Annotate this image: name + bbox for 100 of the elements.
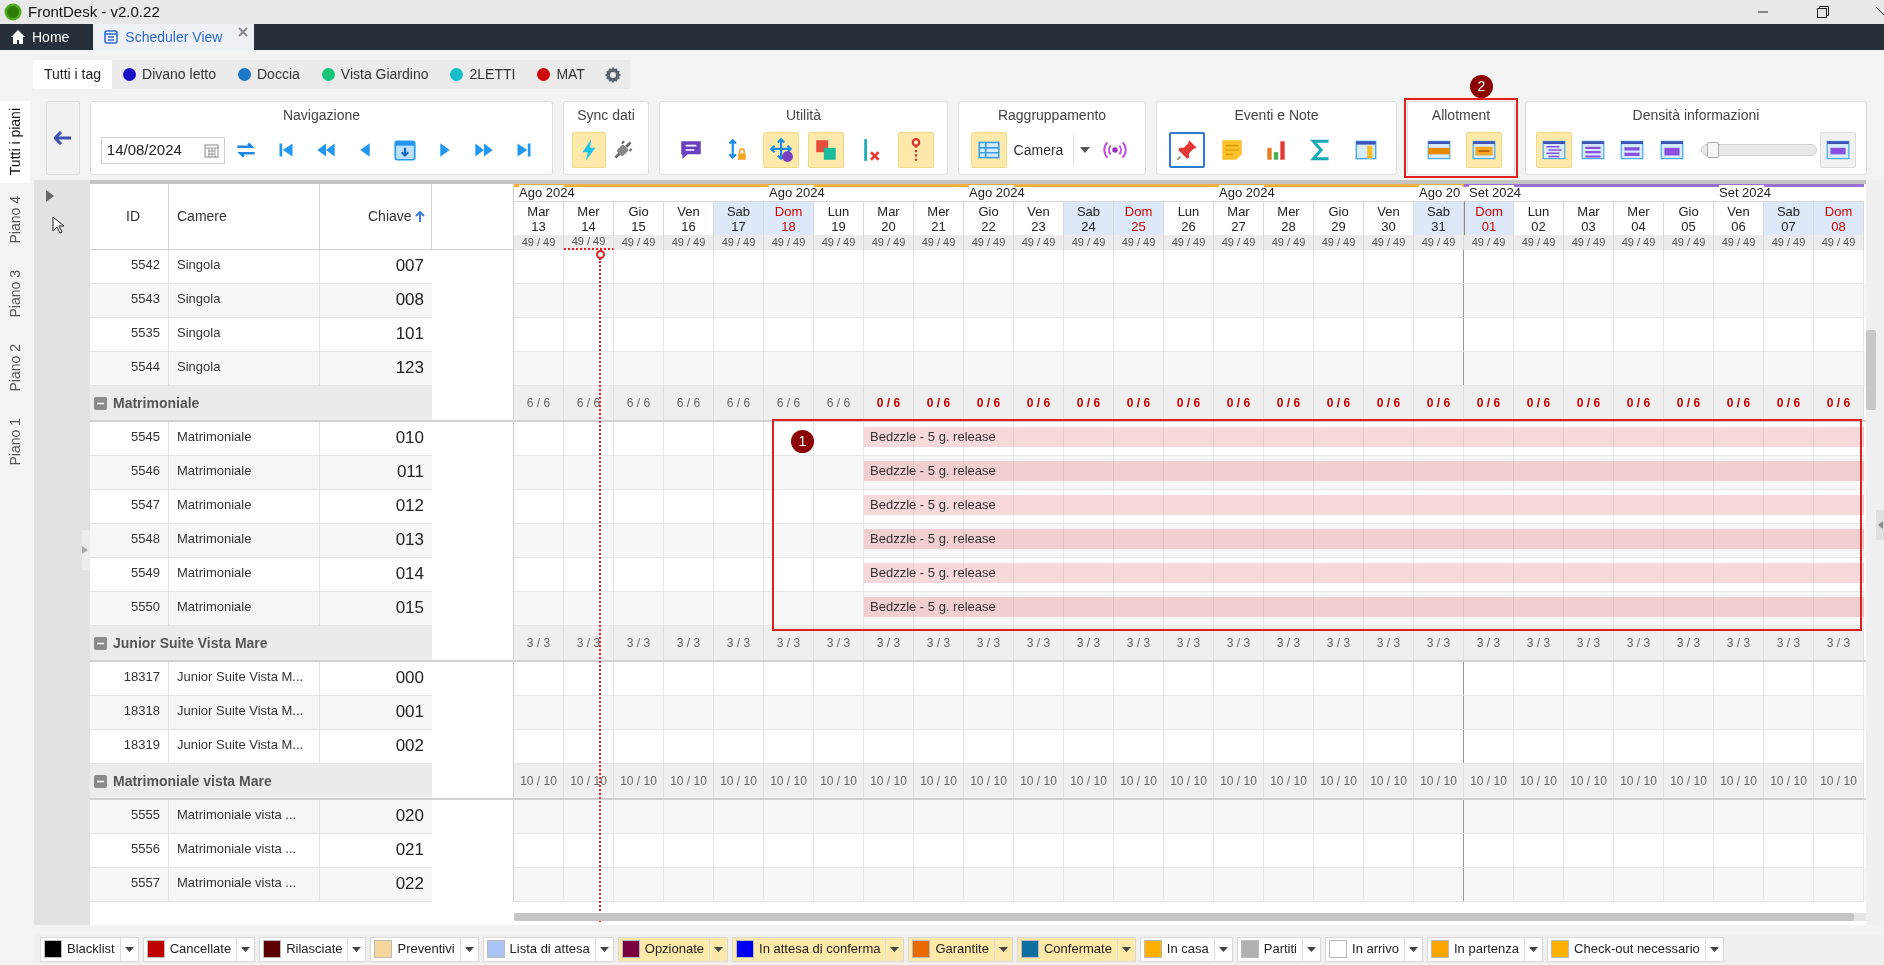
tag-tab[interactable]: Divano letto [112,60,227,89]
table-row[interactable]: 5544 Singola 123 [90,352,1866,386]
density-button[interactable] [1820,132,1857,168]
density-button[interactable] [1535,132,1572,168]
caret-icon[interactable] [1218,946,1228,952]
caret-icon[interactable] [1529,946,1539,952]
group-header[interactable]: Matrimoniale vista Mare [90,764,432,798]
availability-count: 3 / 3 [1414,626,1464,660]
status-filter[interactable]: Blacklist [40,936,139,962]
caret-icon[interactable] [1709,946,1719,952]
table-row[interactable]: 18319 Junior Suite Vista M... 002 [90,730,1866,764]
allotment-label-button[interactable] [1465,132,1502,168]
expand-icon[interactable] [46,190,54,202]
caret-icon[interactable] [352,946,362,952]
panel-handle[interactable] [1876,510,1884,540]
availability-count: 49 / 49 [1064,235,1114,250]
slider-thumb[interactable] [1707,142,1720,158]
table-row[interactable]: 5550 Matrimoniale 015 Bedzzle - 5 g. release [90,592,1866,626]
table-row[interactable]: 5546 Matrimoniale 011 Bedzzle - 5 g. release [90,456,1866,490]
caret-icon[interactable] [464,946,474,952]
availability-count: 49 / 49 [1564,235,1614,250]
table-button[interactable] [970,132,1007,168]
scrollbar-thumb[interactable] [1866,330,1876,410]
table-row[interactable]: 5542 Singola 007 [90,250,1866,284]
table-row[interactable]: 18317 Junior Suite Vista M... 000 [90,662,1866,696]
caret-icon[interactable] [1307,946,1316,952]
document-tab[interactable]: Scheduler View [93,24,255,50]
grouping-dropdown[interactable]: Camera [1013,133,1091,167]
group-header[interactable]: Matrimoniale [90,386,432,420]
floor-tab[interactable]: Piano 3 [0,257,30,331]
column-header[interactable]: ID [90,184,169,249]
collapse-icon[interactable] [94,774,107,788]
availability-count: 49 / 49 [1164,235,1214,250]
table-row[interactable]: 18318 Junior Suite Vista M... 001 [90,696,1866,730]
column-header[interactable]: Chiave [320,184,432,249]
panel-handle[interactable] [82,530,90,570]
status-filter[interactable]: Lista di attesa [482,936,614,962]
caret-icon[interactable] [998,946,1008,952]
table-row[interactable]: 5555 Matrimoniale vista ... 020 [90,800,1866,834]
status-filter[interactable]: Cancellate [142,936,256,962]
restore-icon[interactable] [1816,5,1830,19]
tag-tab[interactable]: Doccia [227,60,311,89]
availability-count: 3 / 3 [1464,626,1514,660]
floor-tab[interactable]: Piano 1 [0,405,30,479]
status-filter[interactable]: Opzionate [617,936,729,962]
floor-tab[interactable]: Tutti i piani [0,101,30,183]
caret-icon[interactable] [1121,946,1131,952]
status-filter[interactable]: Confermate [1016,936,1136,962]
marker-line-button[interactable] [898,132,935,168]
table-row[interactable]: 5547 Matrimoniale 012 Bedzzle - 5 g. release [90,490,1866,524]
calendar-icon[interactable] [203,142,219,158]
group-header[interactable]: Junior Suite Vista Mare [90,626,432,660]
status-filter[interactable]: Garantite [908,936,1013,962]
column-header[interactable]: Camere [169,184,320,249]
caret-icon[interactable] [599,946,609,952]
move-button[interactable] [762,132,799,168]
status-filter[interactable]: In partenza [1427,936,1544,962]
date-field[interactable]: 14/08/2024 [100,136,225,164]
table-row[interactable]: 5556 Matrimoniale vista ... 021 [90,834,1866,868]
availability-count: 10 / 10 [1164,764,1214,798]
caret-icon[interactable] [241,946,251,952]
table-row[interactable]: 5549 Matrimoniale 014 Bedzzle - 5 g. release [90,558,1866,592]
tag-tab[interactable]: Vista Giardino [310,60,440,89]
tag-tab[interactable]: Tutti i tag [33,60,113,89]
status-filter[interactable]: Partiti [1236,936,1321,962]
room-cell: Matrimoniale vista ... [169,868,320,902]
collapse-icon[interactable] [94,396,107,410]
availability-count: 10 / 10 [1714,764,1764,798]
table-row[interactable]: 5557 Matrimoniale vista ... 022 [90,868,1866,902]
table-row[interactable]: 5535 Singola 101 [90,318,1866,352]
caret-icon[interactable] [890,946,900,952]
tag-tab[interactable]: 2LETTI [439,60,527,89]
table-row[interactable]: 5548 Matrimoniale 013 Bedzzle - 5 g. release [90,524,1866,558]
availability-count: 0 / 6 [1614,386,1664,420]
floor-tab[interactable]: Piano 4 [0,183,30,257]
scrollbar-thumb[interactable] [514,913,1854,921]
settings-icon[interactable] [603,65,622,84]
floor-tab[interactable]: Piano 2 [0,331,30,405]
status-filter[interactable]: Rilasciate [259,936,367,962]
swap-squares-button[interactable] [808,132,845,168]
availability-count: 3 / 3 [1564,626,1614,660]
collapse-icon[interactable] [94,636,107,650]
caret-icon[interactable] [124,946,134,952]
pushpin-button[interactable] [1169,132,1206,168]
caret-icon[interactable] [1409,946,1418,952]
status-filter[interactable]: Preventivi [370,936,479,962]
tag-tab[interactable]: MAT [526,60,596,89]
density-slider[interactable] [1700,144,1817,156]
availability-count: 10 / 10 [1614,764,1664,798]
availability-count: 0 / 6 [1314,386,1364,420]
availability-count: 3 / 3 [1714,626,1764,660]
table-row[interactable]: 5543 Singola 008 [90,284,1866,318]
caret-icon[interactable] [714,946,724,952]
document-tab[interactable]: Home [0,24,80,50]
status-filter[interactable]: In casa [1139,936,1233,962]
status-filter[interactable]: Check-out necessario [1547,936,1724,962]
back-button[interactable] [46,101,80,175]
availability-count: 10 / 10 [864,764,914,798]
status-filter[interactable]: In arrivo [1325,936,1423,962]
status-filter[interactable]: In attesa di conferma [732,936,905,962]
